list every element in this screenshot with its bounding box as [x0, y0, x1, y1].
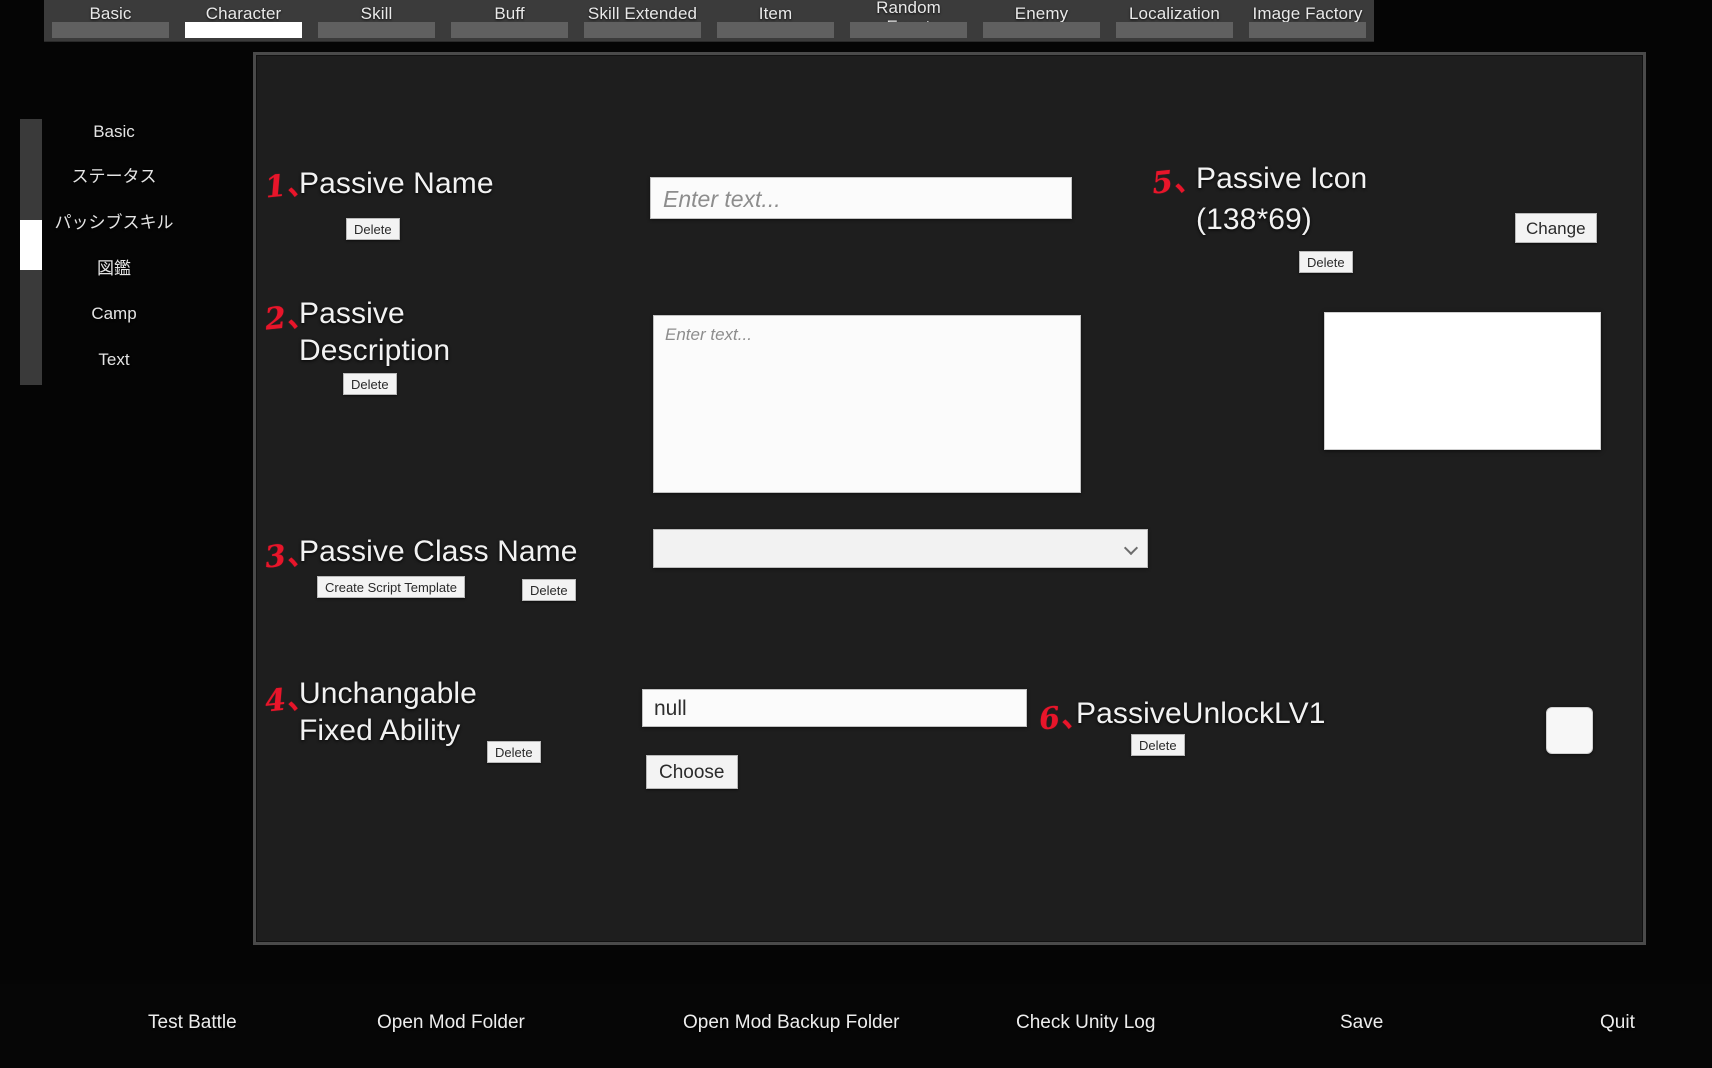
passive-unlock-lv1-delete-button[interactable]: Delete — [1131, 734, 1185, 756]
open-mod-folder-button[interactable]: Open Mod Folder — [377, 1012, 525, 1034]
topbar-left-filler — [0, 0, 44, 42]
tab-underline — [983, 22, 1100, 38]
passive-description-label: Passive Description — [299, 297, 451, 367]
tab-label: Skill Extended — [587, 4, 698, 23]
sidebar-item-label: Text — [98, 350, 130, 369]
tab-character[interactable]: Character — [177, 0, 310, 42]
tab-item[interactable]: Item — [709, 0, 842, 42]
quit-button[interactable]: Quit — [1600, 1012, 1635, 1034]
sidebar-item-status[interactable]: ステータス — [34, 167, 194, 187]
passive-icon-size-label: (138*69) — [1196, 203, 1312, 236]
unchangable-fixed-ability-input[interactable]: null — [642, 689, 1027, 727]
passive-icon-label: Passive Icon — [1196, 162, 1368, 195]
tab-underline — [185, 22, 302, 38]
bottom-action-bar: Test Battle Open Mod Folder Open Mod Bac… — [0, 984, 1712, 1068]
tab-buff[interactable]: Buff — [443, 0, 576, 42]
passive-name-label: Passive Name — [299, 167, 494, 200]
tab-random-event[interactable]: Random Event — [842, 0, 975, 42]
top-tab-bar: Basic Character Skill Buff Skill Extende… — [44, 0, 1374, 42]
passive-icon-delete-button[interactable]: Delete — [1299, 251, 1353, 273]
passive-name-delete-button[interactable]: Delete — [346, 218, 400, 240]
check-unity-log-button[interactable]: Check Unity Log — [1016, 1012, 1155, 1034]
tab-localization[interactable]: Localization — [1108, 0, 1241, 42]
tab-underline — [1249, 22, 1366, 38]
tab-underline — [318, 22, 435, 38]
tab-underline — [1116, 22, 1233, 38]
tab-skill[interactable]: Skill — [310, 0, 443, 42]
sidebar-item-label: 図鑑 — [97, 259, 131, 278]
passive-name-input-placeholder: Enter text... — [663, 186, 781, 212]
tab-image-factory[interactable]: Image Factory — [1241, 0, 1374, 42]
passive-description-input-placeholder: Enter text... — [665, 325, 752, 344]
tab-basic[interactable]: Basic — [44, 0, 177, 42]
sidebar-item-zukan[interactable]: 図鑑 — [34, 259, 194, 279]
open-mod-backup-folder-button[interactable]: Open Mod Backup Folder — [683, 1012, 900, 1034]
tab-label: Basic — [89, 4, 132, 23]
tab-underline — [584, 22, 701, 38]
sidebar-item-text[interactable]: Text — [34, 350, 194, 370]
passive-name-input[interactable]: Enter text... — [650, 177, 1072, 219]
sidebar-item-camp[interactable]: Camp — [34, 304, 194, 324]
passive-class-name-dropdown[interactable] — [653, 529, 1148, 568]
create-script-template-button[interactable]: Create Script Template — [317, 576, 465, 598]
tab-label: Item — [758, 4, 793, 23]
tab-label: Character — [205, 4, 282, 23]
tab-label: Skill — [360, 4, 393, 23]
tab-underline — [717, 22, 834, 38]
unchangable-fixed-ability-choose-button[interactable]: Choose — [646, 755, 738, 789]
tab-label: Buff — [494, 4, 525, 23]
test-battle-button[interactable]: Test Battle — [148, 1012, 237, 1034]
save-button[interactable]: Save — [1340, 1012, 1383, 1034]
tab-label: Enemy — [1014, 4, 1069, 23]
unchangable-fixed-ability-value: null — [654, 697, 687, 720]
passive-unlock-lv1-label: PassiveUnlockLV1 — [1076, 697, 1326, 730]
tab-label: Image Factory — [1252, 4, 1363, 23]
left-sidebar: Basic ステータス パッシブスキル 図鑑 Camp Text — [0, 100, 232, 440]
sidebar-item-label: Basic — [93, 122, 135, 141]
sidebar-item-basic[interactable]: Basic — [34, 122, 194, 142]
sidebar-item-label: パッシブスキル — [54, 213, 174, 232]
tab-underline — [451, 22, 568, 38]
tab-enemy[interactable]: Enemy — [975, 0, 1108, 42]
unchangable-fixed-ability-label: Unchangable Fixed Ability — [299, 677, 477, 747]
chevron-down-icon — [1125, 543, 1137, 555]
sidebar-item-label: ステータス — [71, 167, 157, 186]
unchangable-fixed-ability-delete-button[interactable]: Delete — [487, 741, 541, 763]
passive-class-name-delete-button[interactable]: Delete — [522, 579, 576, 601]
tab-underline — [850, 22, 967, 38]
sidebar-item-passive-skill[interactable]: パッシブスキル — [20, 213, 208, 233]
passive-description-delete-button[interactable]: Delete — [343, 373, 397, 395]
passive-description-input[interactable]: Enter text... — [653, 315, 1081, 493]
passive-icon-preview[interactable] — [1324, 312, 1601, 450]
passive-unlock-lv1-checkbox[interactable] — [1546, 707, 1593, 754]
tab-label: Localization — [1129, 4, 1220, 23]
passive-icon-change-button[interactable]: Change — [1515, 213, 1597, 243]
passive-class-name-label: Passive Class Name — [299, 535, 578, 568]
tab-underline — [52, 22, 169, 38]
topbar-right-filler — [1374, 0, 1712, 42]
sidebar-item-label: Camp — [91, 304, 137, 323]
main-content-panel: 1、 Passive Name Delete Enter text... 5、 … — [253, 52, 1646, 945]
tab-skill-extended[interactable]: Skill Extended — [576, 0, 709, 42]
